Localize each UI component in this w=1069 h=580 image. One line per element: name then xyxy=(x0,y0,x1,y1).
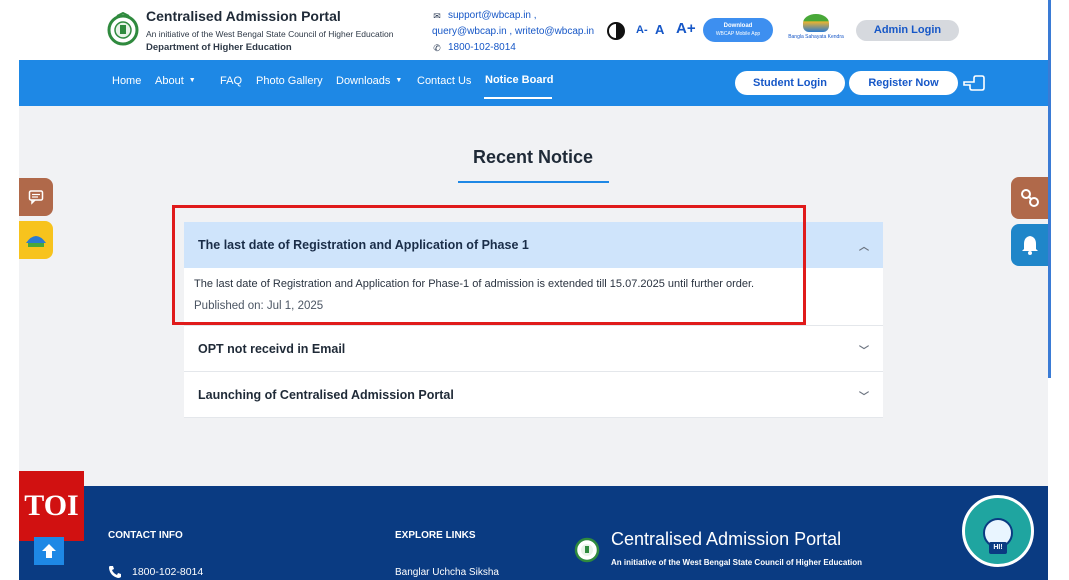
kendra-label: Bangla Sahayata Kendra xyxy=(788,34,844,40)
bangla-sahayata-kendra-logo[interactable]: Bangla Sahayata Kendra xyxy=(787,14,845,46)
notification-button[interactable] xyxy=(1011,224,1048,266)
frame-left xyxy=(0,0,19,580)
scrollbar[interactable] xyxy=(1048,0,1051,378)
nav-home-label: Home xyxy=(112,75,142,87)
footer-phone[interactable]: 1800-102-8014 xyxy=(108,565,203,579)
font-decrease-button[interactable]: A- xyxy=(636,24,648,36)
chat-icon xyxy=(28,190,44,205)
brand-subtitle: An initiative of the West Bengal State C… xyxy=(146,29,394,39)
footer-brand-subtitle: An initiative of the West Bengal State C… xyxy=(611,558,862,567)
chevron-down-icon: ﹀ xyxy=(859,392,869,403)
footer-contact-heading: CONTACT INFO xyxy=(108,530,183,541)
font-increase-button[interactable]: A+ xyxy=(676,20,696,37)
email-link-query[interactable]: query@wbcap.in , writeto@wbcap.in xyxy=(432,24,594,40)
phone-icon xyxy=(109,566,121,578)
veena-chatbot-button[interactable]: HI! xyxy=(962,495,1034,567)
download-app-button[interactable]: Download WBCAP Mobile App xyxy=(703,18,773,42)
email-link-support[interactable]: support@wbcap.in , xyxy=(448,8,537,24)
notice-header-1[interactable]: The last date of Registration and Applic… xyxy=(184,222,883,268)
nav-active-indicator xyxy=(484,97,552,99)
notice-text: The last date of Registration and Applic… xyxy=(194,278,755,290)
caret-down-icon: ▼ xyxy=(395,77,403,84)
nav-notice-board-label: Notice Board xyxy=(485,74,554,86)
notice-title: The last date of Registration and Applic… xyxy=(198,238,529,252)
nav-photo-gallery[interactable]: Photo Gallery xyxy=(256,75,323,87)
title-underline xyxy=(458,181,609,183)
page: Centralised Admission Portal An initiati… xyxy=(0,0,1069,580)
link-icon xyxy=(1020,189,1039,207)
nav-notice-board[interactable]: Notice Board xyxy=(485,74,553,86)
notice-published-date: Published on: Jul 1, 2025 xyxy=(194,300,324,312)
chevron-down-icon: ﹀ xyxy=(859,346,869,357)
nav-about[interactable]: About ▼ xyxy=(155,75,196,87)
quick-links-button[interactable] xyxy=(1011,177,1048,219)
govt-emblem-icon xyxy=(107,12,139,46)
notice-title: Launching of Centralised Admission Porta… xyxy=(198,387,454,402)
nav-faq-label: FAQ xyxy=(220,75,243,87)
chatbot-hi-badge: HI! xyxy=(989,542,1007,554)
download-app-sublabel: WBCAP Mobile App xyxy=(715,31,761,37)
nav-contact-us-label: Contact Us xyxy=(417,75,472,87)
font-normal-button[interactable]: A xyxy=(655,22,664,37)
bell-icon xyxy=(1021,236,1038,255)
site-header: Centralised Admission Portal An initiati… xyxy=(19,0,1048,60)
footer-explore-heading: EXPLORE LINKS xyxy=(395,530,476,541)
brand-department: Department of Higher Education xyxy=(146,42,292,53)
footer-emblem-icon xyxy=(574,537,600,563)
admin-login-button[interactable]: Admin Login xyxy=(856,20,959,41)
nav-home[interactable]: Home xyxy=(112,75,141,87)
toi-watermark: TOI xyxy=(19,471,84,541)
notice-body-1: The last date of Registration and Applic… xyxy=(184,268,883,326)
kendra-float-button[interactable] xyxy=(19,221,53,259)
notice-header-2[interactable]: OPT not receivd in Email ﹀ xyxy=(184,326,883,372)
phone-icon: ✆ xyxy=(433,43,441,53)
nav-about-label: About xyxy=(155,75,184,87)
scroll-to-top-button[interactable] xyxy=(34,537,64,565)
nav-downloads[interactable]: Downloads ▼ xyxy=(336,75,402,87)
footer-brand-title: Centralised Admission Portal xyxy=(611,529,842,549)
nav-downloads-label: Downloads xyxy=(336,75,391,87)
footer-phone-text: 1800-102-8014 xyxy=(132,566,204,578)
download-app-label: Download xyxy=(723,23,753,29)
notice-title: OPT not receivd in Email xyxy=(198,341,346,356)
nav-faq[interactable]: FAQ xyxy=(220,75,242,87)
kendra-icon xyxy=(803,14,829,32)
mail-icon: ✉ xyxy=(433,11,441,21)
feedback-button[interactable] xyxy=(19,178,53,216)
notice-accordion: The last date of Registration and Applic… xyxy=(184,222,883,418)
brand-title: Centralised Admission Portal xyxy=(146,8,341,24)
student-login-button[interactable]: Student Login xyxy=(735,71,845,95)
nav-photo-gallery-label: Photo Gallery xyxy=(256,75,323,87)
caret-down-icon: ▼ xyxy=(188,77,196,84)
footer-link-banglar-uchcha-siksha[interactable]: Banglar Uchcha Siksha xyxy=(395,567,499,578)
contact-block: ✉ support@wbcap.in , query@wbcap.in , wr… xyxy=(432,8,594,56)
pointing-hand-icon xyxy=(962,72,986,94)
phone-link[interactable]: 1800-102-8014 xyxy=(448,40,516,56)
kendra-icon xyxy=(26,236,46,247)
arrow-up-icon xyxy=(42,544,56,558)
register-now-button[interactable]: Register Now xyxy=(849,71,958,95)
section-title: Recent Notice xyxy=(472,147,594,167)
notice-header-3[interactable]: Launching of Centralised Admission Porta… xyxy=(184,372,883,418)
chevron-up-icon: ︿ xyxy=(859,242,869,253)
nav-contact-us[interactable]: Contact Us xyxy=(417,75,471,87)
main-nav: Home About ▼ FAQ Photo Gallery Downloads ▼… xyxy=(19,60,1048,106)
frame-right xyxy=(1048,0,1069,580)
contrast-toggle-icon[interactable] xyxy=(607,22,625,40)
